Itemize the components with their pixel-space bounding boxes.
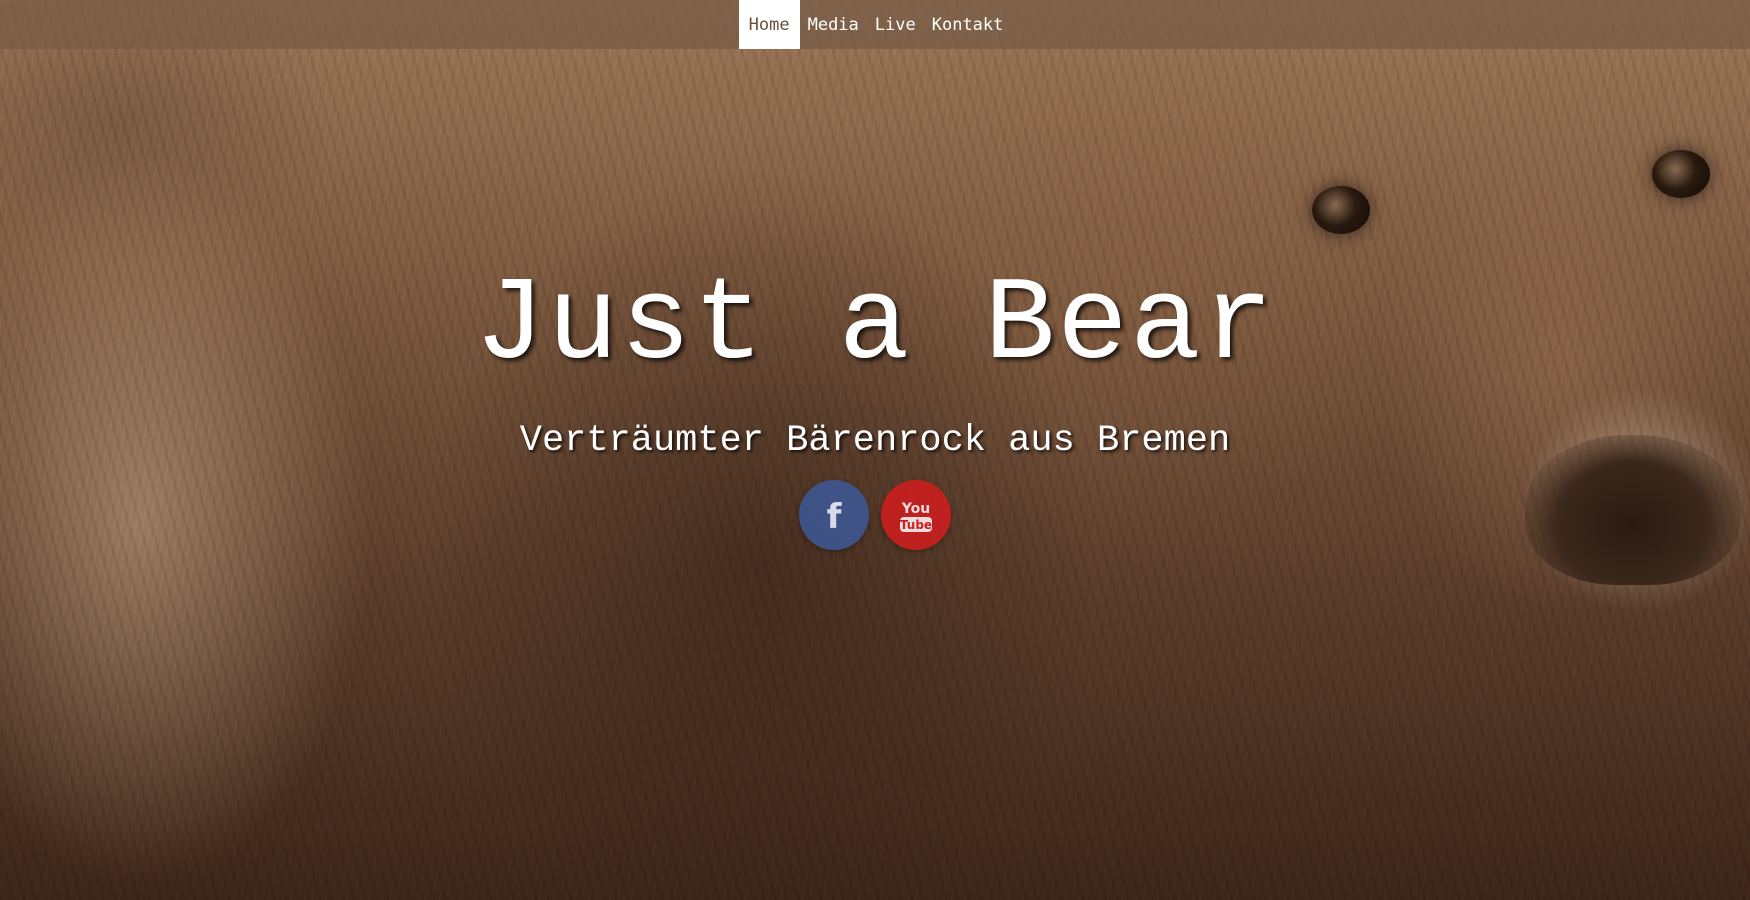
nav-item-home[interactable]: Home [738,0,800,49]
youtube-icon: You Tube [900,501,932,532]
facebook-icon-glyph: f [827,497,843,537]
bear-eye-right [1652,150,1710,198]
youtube-icon-top: You [901,501,930,517]
nav-menu: Home Media Live Kontakt [738,0,1012,49]
youtube-button[interactable]: You Tube [881,480,951,550]
nav-item-live[interactable]: Live [867,0,924,49]
site-subtitle: Verträumter Bärenrock aus Bremen [519,420,1231,462]
facebook-icon: f [827,497,843,537]
bear-eye-left [1312,186,1370,234]
site-title: Just a Bear [474,260,1276,393]
youtube-icon-bottom: Tube [900,518,932,532]
page: Home Media Live Kontakt Just a Bear Vert… [0,0,1750,900]
nav-item-media[interactable]: Media [800,0,867,49]
facebook-button[interactable]: f [799,480,869,550]
social-links: f You Tube [0,480,1750,550]
nav-item-kontakt[interactable]: Kontakt [924,0,1012,49]
top-navigation: Home Media Live Kontakt [0,0,1750,49]
